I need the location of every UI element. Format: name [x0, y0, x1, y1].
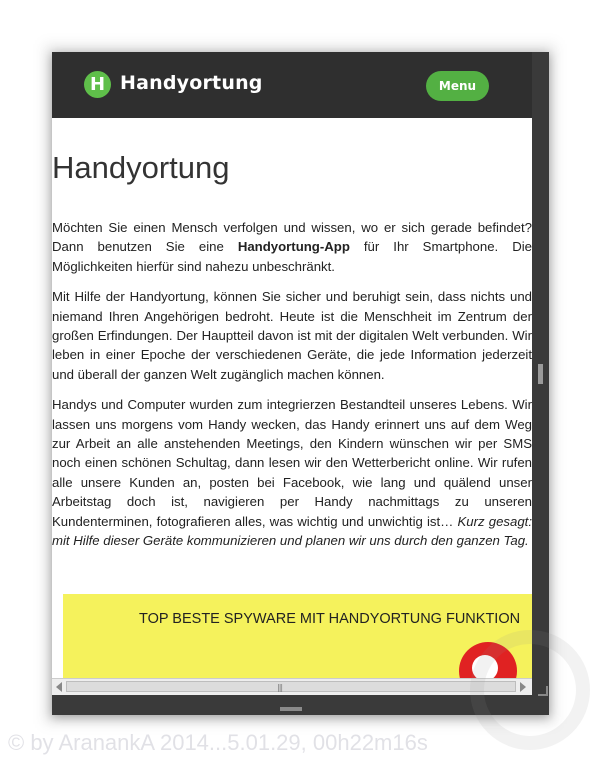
browser-window: H Handyortung Menu ˇ Handyortung Möchten… — [52, 52, 549, 715]
scroll-grip-icon: ||| — [277, 683, 283, 692]
page-title: Handyortung — [52, 150, 230, 185]
horizontal-scroll-thumb[interactable]: ||| — [66, 681, 516, 692]
vertical-scrollbar[interactable] — [532, 52, 549, 694]
paragraph-3: Handys und Computer wurden zum integrier… — [52, 395, 532, 550]
bottom-drag-handle[interactable] — [280, 707, 302, 711]
site-brand[interactable]: Handyortung — [120, 72, 263, 94]
logo-icon[interactable]: H — [84, 71, 111, 98]
logo-letter: H — [89, 74, 106, 95]
paragraph-3-text: Handys und Computer wurden zum integrier… — [52, 397, 532, 529]
paragraph-1: Möchten Sie einen Mensch verfolgen und w… — [52, 218, 532, 276]
promo-text[interactable]: TOP BESTE SPYWARE MIT HANDYORTUNG FUNKTI… — [139, 611, 520, 627]
vertical-scroll-grip[interactable] — [538, 364, 543, 384]
menu-button[interactable]: Menu — [426, 71, 489, 101]
scroll-left-arrow-icon[interactable] — [56, 682, 62, 692]
horizontal-scrollbar[interactable]: ||| — [52, 678, 532, 695]
site-header: H Handyortung Menu — [52, 52, 532, 118]
paragraph-1-bold: Handyortung-App — [237, 239, 350, 255]
watermark-text: © by AranankA 2014...5.01.29, 00h22m16s — [8, 730, 428, 755]
promo-banner[interactable]: TOP BESTE SPYWARE MIT HANDYORTUNG FUNKTI… — [63, 594, 532, 678]
paragraph-2: Mit Hilfe der Handyortung, können Sie si… — [52, 289, 532, 382]
watermark-logo-icon — [470, 630, 590, 750]
clipped-glyph: ˇ — [478, 118, 486, 129]
page-content: ˇ Handyortung Möchten Sie einen Mensch v… — [52, 118, 532, 678]
article-body: Möchten Sie einen Mensch verfolgen und w… — [52, 218, 532, 562]
